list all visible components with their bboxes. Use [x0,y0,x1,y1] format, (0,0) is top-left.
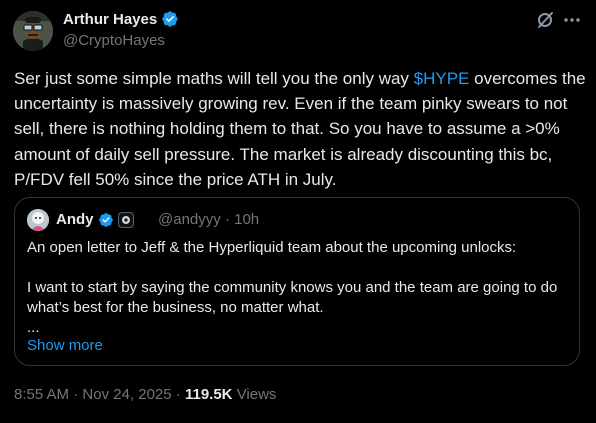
quote-author-avatar[interactable] [27,209,49,231]
views-count[interactable]: 119.5K [185,386,233,403]
views-label: Views [236,386,277,403]
show-more-link[interactable]: Show more [27,337,103,354]
quote-paragraph-1: An open letter to Jeff & the Hyperliquid… [27,239,517,256]
author-avatar[interactable] [13,11,53,51]
grok-button[interactable] [535,10,555,30]
quote-ellipsis: ... [27,319,40,336]
quoted-tweet-card[interactable]: Andy @andyyy · 10h An open letter to Jef… [14,197,580,366]
author-handle[interactable]: @CryptoHayes [63,32,165,49]
quote-time[interactable]: 10h [234,211,259,228]
verified-badge-icon[interactable] [161,10,179,28]
tweet-text-before: Ser just some simple maths will tell you… [14,69,414,88]
quote-verified-badge-icon[interactable] [98,212,114,228]
more-options-button[interactable] [562,10,582,30]
grok-icon [538,12,553,28]
tweet-time[interactable]: 8:55 AM [14,386,69,403]
affiliate-badge-icon[interactable] [117,211,134,228]
quote-author-name[interactable]: Andy [56,211,134,228]
affiliate-badge-glyph [121,215,130,224]
more-options-icon [564,18,580,22]
cashtag-link[interactable]: $HYPE [414,69,470,88]
quote-avatar-image [27,209,49,231]
quote-paragraph-2: I want to start by saying the community … [27,279,558,316]
author-name[interactable]: Arthur Hayes [63,10,179,28]
quote-separator: · [224,211,230,228]
tweet: Arthur Hayes @CryptoHayes Ser just some … [0,0,596,423]
tweet-footer: 8:55 AM · Nov 24, 2025 · 119.5K Views [14,386,276,403]
avatar-image [13,11,53,51]
tweet-text: Ser just some simple maths will tell you… [14,66,586,192]
footer-separator-1: · [73,386,79,403]
tweet-date[interactable]: Nov 24, 2025 [82,386,171,403]
quote-text: An open letter to Jeff & the Hyperliquid… [27,238,567,338]
quote-meta: @andyyy · 10h [158,211,259,228]
footer-separator-2: · [175,386,181,403]
author-name-text[interactable]: Arthur Hayes [63,11,157,28]
quote-handle[interactable]: @andyyy [158,211,221,228]
quote-author-name-text[interactable]: Andy [56,211,94,228]
